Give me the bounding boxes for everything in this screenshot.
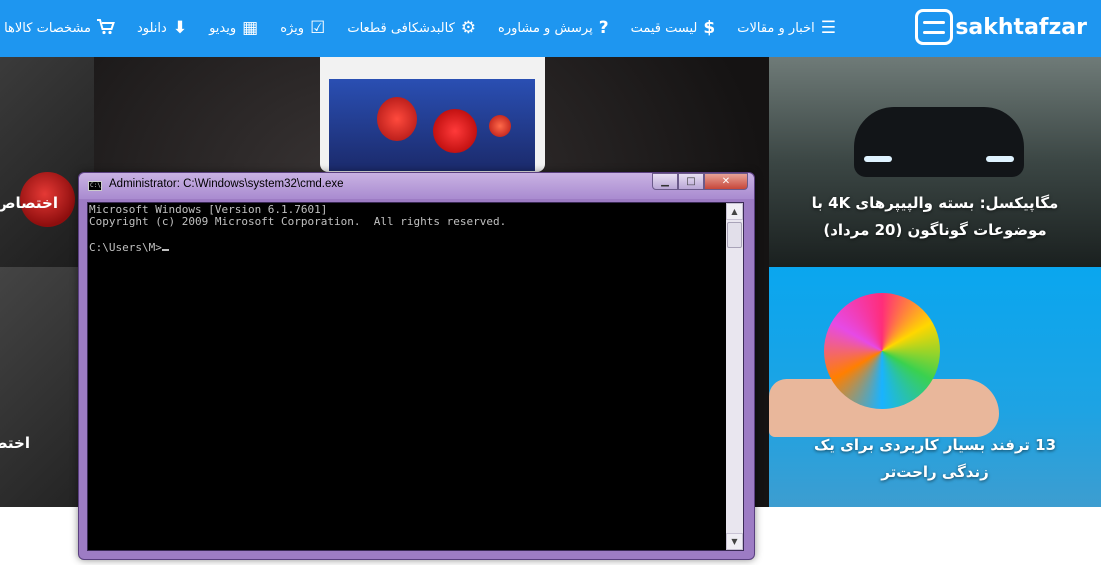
nav-item-download[interactable]: ⬇ دانلود — [137, 20, 187, 37]
logo-text: sakhtafzar — [955, 14, 1087, 40]
site-header: sakhtafzar ☰ اخبار و مقالات $ لیست قیمت … — [0, 0, 1101, 57]
text-cursor — [161, 240, 169, 251]
film-icon: ▦ — [242, 18, 259, 38]
cmd-app-icon[interactable]: C:\ — [88, 181, 102, 191]
nav-item-news[interactable]: ☰ اخبار و مقالات — [737, 20, 836, 37]
cmd-window-title: Administrator: C:\Windows\system32\cmd.e… — [109, 178, 344, 190]
console-area[interactable]: Microsoft Windows [Version 6.1.7601] Copy… — [87, 202, 744, 551]
featured-tile-life-hacks[interactable]: 13 ترفند بسیار کاربردی برای یک زندگی راح… — [769, 267, 1101, 507]
tile-title: اختص — [0, 434, 30, 452]
tile-title: اختصاص — [0, 194, 58, 212]
site-logo[interactable]: sakhtafzar — [915, 7, 1087, 47]
cart-icon — [97, 18, 115, 39]
nav-item-label: اخبار و مقالات — [737, 21, 815, 36]
tile-title: مگاپیکسل: بسته والپیپرهای 4K با موضوعات … — [811, 194, 1059, 239]
maximize-button[interactable]: □ — [678, 173, 704, 190]
close-button[interactable]: ✕ — [704, 173, 748, 190]
nav-item-label: کالبدشکافی قطعات — [347, 21, 455, 36]
check-square-icon: ☑ — [310, 18, 326, 38]
rubber-band-ball-image — [824, 293, 940, 409]
cmd-titlebar[interactable]: C:\ Administrator: C:\Windows\system32\c… — [79, 173, 754, 199]
console-prompt-line: C:\Users\M> — [89, 240, 728, 254]
window-controls: ▁ □ ✕ — [652, 173, 748, 190]
nav-item-label: ویدیو — [209, 21, 237, 36]
scroll-up-arrow-icon[interactable]: ▲ — [726, 203, 743, 220]
minimize-button[interactable]: ▁ — [652, 173, 678, 190]
scroll-down-arrow-icon[interactable]: ▼ — [726, 533, 743, 550]
phone-image — [320, 57, 545, 172]
featured-tile-wallpapers[interactable]: مگاپیکسل: بسته والپیپرهای 4K با موضوعات … — [769, 57, 1101, 267]
nav-item-questions[interactable]: ? پرسش و مشاوره — [498, 20, 609, 37]
nav-item-special[interactable]: ☑ ویژه — [280, 20, 325, 37]
gears-icon: ⚙ — [460, 18, 477, 38]
nav-item-label: پرسش و مشاوره — [498, 21, 593, 36]
question-icon: ? — [598, 18, 609, 38]
nav-item-label: ویژه — [280, 21, 305, 36]
console-prompt: C:\Users\M> — [89, 241, 162, 254]
nav-item-video[interactable]: ▦ ویدیو — [209, 20, 258, 37]
nav-item-specs[interactable]: مشخصات کالاها — [4, 18, 115, 39]
car-image — [854, 107, 1024, 177]
dollar-icon: $ — [703, 18, 716, 38]
nav-item-price-list[interactable]: $ لیست قیمت — [631, 20, 716, 37]
nav-item-teardown[interactable]: ⚙ کالبدشکافی قطعات — [347, 20, 476, 37]
vertical-scrollbar[interactable]: ▲ ▼ — [726, 203, 743, 550]
tile-title: 13 ترفند بسیار کاربردی برای یک زندگی راح… — [813, 436, 1057, 481]
nav-item-label: لیست قیمت — [630, 21, 698, 36]
scrollbar-thumb[interactable] — [727, 222, 742, 248]
console-output[interactable]: Microsoft Windows [Version 6.1.7601] Copy… — [88, 203, 728, 551]
main-nav: ☰ اخبار و مقالات $ لیست قیمت ? پرسش و مش… — [4, 0, 836, 57]
console-line: Copyright (c) 2009 Microsoft Corporation… — [89, 215, 507, 228]
logo-mark-icon — [915, 9, 954, 45]
nav-item-label: مشخصات کالاها — [4, 21, 91, 36]
newspaper-icon: ☰ — [820, 18, 836, 38]
cmd-window[interactable]: C:\ Administrator: C:\Windows\system32\c… — [78, 172, 755, 560]
nav-item-label: دانلود — [137, 21, 167, 36]
download-icon: ⬇ — [172, 18, 188, 38]
